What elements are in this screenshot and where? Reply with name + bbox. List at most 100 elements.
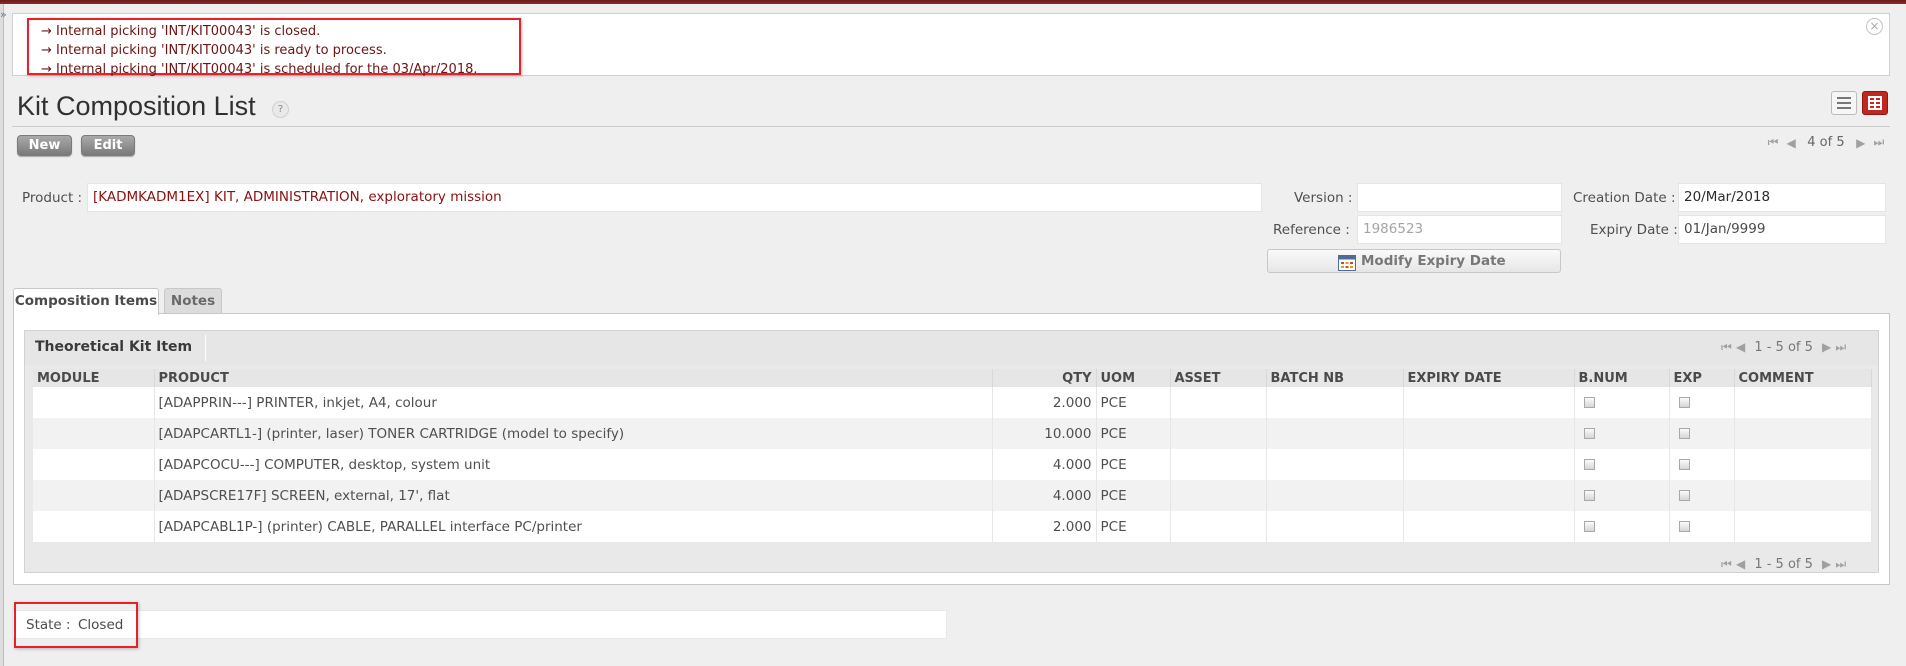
column-header-bnum[interactable]: B.NUM: [1574, 369, 1670, 387]
comment-cell: [1734, 387, 1872, 418]
module-cell: [33, 387, 155, 418]
bnum-checkbox[interactable]: [1583, 397, 1595, 408]
module-cell: [33, 480, 155, 511]
first-page-icon[interactable]: ⏮: [1721, 340, 1732, 354]
previous-page-icon[interactable]: ◀: [1736, 557, 1745, 571]
modify-expiry-date-label: Modify Expiry Date: [1361, 253, 1506, 269]
grid-header: Theoretical Kit Item ⏮ ◀ 1 - 5 of 5 ▶ ⏭: [25, 331, 1878, 365]
expiry-cell: [1403, 480, 1575, 511]
uom-cell: PCE: [1096, 449, 1171, 480]
uom-cell: PCE: [1096, 418, 1171, 449]
comment-cell: [1734, 418, 1872, 449]
bnum-cell: [1574, 387, 1670, 418]
next-page-icon[interactable]: ▶: [1854, 136, 1868, 150]
last-page-icon[interactable]: ⏭: [1835, 340, 1846, 354]
version-field: [1357, 183, 1562, 212]
previous-page-icon[interactable]: ◀: [1784, 136, 1798, 150]
column-header-exp[interactable]: EXP: [1669, 369, 1735, 387]
exp-cell: [1669, 511, 1735, 542]
top-bar: [0, 0, 1906, 4]
page-title: Kit Composition List: [17, 91, 256, 121]
asset-cell: [1170, 387, 1267, 418]
column-header-expiry-date[interactable]: EXPIRY DATE: [1403, 369, 1575, 387]
tab-notes[interactable]: Notes: [164, 288, 222, 314]
expiry-cell: [1403, 387, 1575, 418]
exp-checkbox[interactable]: [1678, 428, 1690, 439]
expand-sidebar-icon[interactable]: »: [0, 9, 7, 20]
module-cell: [33, 449, 155, 480]
record-counter: 4 of 5: [1807, 135, 1845, 150]
uom-cell: PCE: [1096, 480, 1171, 511]
bnum-checkbox[interactable]: [1583, 459, 1595, 470]
last-page-icon[interactable]: ⏭: [1872, 135, 1886, 150]
list-view-icon[interactable]: [1831, 91, 1857, 115]
bnum-checkbox[interactable]: [1583, 490, 1595, 501]
grid-counter: 1 - 5 of 5: [1754, 340, 1813, 355]
column-header-batch-nb[interactable]: BATCH NB: [1266, 369, 1404, 387]
composition-items-panel: Theoretical Kit Item ⏮ ◀ 1 - 5 of 5 ▶ ⏭ …: [13, 313, 1890, 585]
next-page-icon[interactable]: ▶: [1822, 557, 1831, 571]
kit-item-grid: Theoretical Kit Item ⏮ ◀ 1 - 5 of 5 ▶ ⏭ …: [24, 330, 1879, 573]
bnum-checkbox[interactable]: [1583, 521, 1595, 532]
first-page-icon[interactable]: ⏮: [1766, 135, 1780, 150]
column-header-comment[interactable]: COMMENT: [1734, 369, 1872, 387]
batch-cell: [1266, 449, 1404, 480]
table-row[interactable]: [ADAPCARTL1-] (printer, laser) TONER CAR…: [33, 418, 1872, 449]
state-label: State :: [26, 617, 71, 633]
product-field: [KADMKADM1EX] KIT, ADMINISTRATION, explo…: [87, 183, 1262, 212]
exp-checkbox[interactable]: [1678, 459, 1690, 470]
column-header-module[interactable]: MODULE: [33, 369, 155, 387]
left-gutter[interactable]: »: [0, 4, 7, 666]
new-button[interactable]: New: [17, 135, 72, 156]
column-header-asset[interactable]: ASSET: [1170, 369, 1267, 387]
bnum-checkbox[interactable]: [1583, 428, 1595, 439]
form-view-icon[interactable]: [1862, 91, 1888, 115]
table-row[interactable]: [ADAPSCRE17F] SCREEN, external, 17', fla…: [33, 480, 1872, 511]
table-header-row: MODULE PRODUCT QTY UOM ASSET BATCH NB EX…: [33, 369, 1872, 387]
column-header-product[interactable]: PRODUCT: [154, 369, 993, 387]
asset-cell: [1170, 480, 1267, 511]
last-page-icon[interactable]: ⏭: [1835, 557, 1846, 571]
grid-title-divider: [205, 335, 206, 361]
previous-page-icon[interactable]: ◀: [1736, 340, 1745, 354]
product-cell: [ADAPCABL1P-] (printer) CABLE, PARALLEL …: [154, 511, 993, 542]
modify-expiry-date-button[interactable]: Modify Expiry Date: [1267, 249, 1561, 273]
uom-cell: PCE: [1096, 387, 1171, 418]
edit-button[interactable]: Edit: [81, 135, 135, 156]
asset-cell: [1170, 449, 1267, 480]
exp-checkbox[interactable]: [1678, 490, 1690, 501]
creation-date-field: 20/Mar/2018: [1678, 183, 1886, 212]
exp-cell: [1669, 418, 1735, 449]
comment-cell: [1734, 511, 1872, 542]
record-pager: ⏮ ◀ 4 of 5 ▶ ⏭: [1766, 135, 1886, 153]
next-page-icon[interactable]: ▶: [1822, 340, 1831, 354]
exp-checkbox[interactable]: [1678, 397, 1690, 408]
column-header-uom[interactable]: UOM: [1096, 369, 1171, 387]
table-row[interactable]: [ADAPPRIN---] PRINTER, inkjet, A4, colou…: [33, 387, 1872, 418]
help-icon[interactable]: ?: [272, 101, 289, 118]
table-row[interactable]: [ADAPCABL1P-] (printer) CABLE, PARALLEL …: [33, 511, 1872, 542]
batch-cell: [1266, 418, 1404, 449]
bnum-cell: [1574, 480, 1670, 511]
exp-checkbox[interactable]: [1678, 521, 1690, 532]
calendar-icon: [1338, 254, 1356, 275]
qty-cell: 4.000: [992, 480, 1097, 511]
expiry-date-field: 01/Jan/9999: [1678, 215, 1886, 244]
column-header-qty[interactable]: QTY: [992, 369, 1097, 387]
qty-cell: 2.000: [992, 387, 1097, 418]
product-cell: [ADAPSCRE17F] SCREEN, external, 17', fla…: [154, 480, 993, 511]
close-icon[interactable]: ×: [1866, 18, 1883, 35]
tab-composition-items[interactable]: Composition Items: [13, 288, 159, 315]
asset-cell: [1170, 418, 1267, 449]
expiry-date-label: Expiry Date :: [1590, 222, 1678, 238]
table-row[interactable]: [ADAPCOCU---] COMPUTER, desktop, system …: [33, 449, 1872, 480]
notification-message: → Internal picking 'INT/KIT00043' is rea…: [41, 43, 387, 58]
expiry-cell: [1403, 418, 1575, 449]
bnum-cell: [1574, 449, 1670, 480]
title-divider: [12, 126, 1890, 127]
batch-cell: [1266, 511, 1404, 542]
bnum-cell: [1574, 418, 1670, 449]
kit-item-table: MODULE PRODUCT QTY UOM ASSET BATCH NB EX…: [33, 369, 1872, 542]
first-page-icon[interactable]: ⏮: [1721, 557, 1732, 571]
expiry-cell: [1403, 449, 1575, 480]
